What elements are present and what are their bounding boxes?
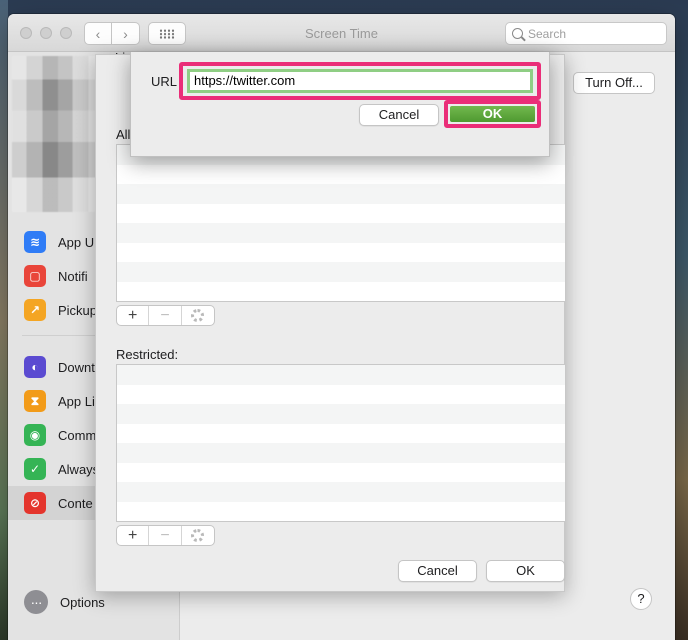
more-options-icon: ···: [24, 590, 48, 614]
restricted-list-controls: + −: [116, 525, 215, 546]
gear-icon: [191, 309, 205, 322]
search-icon: [512, 28, 523, 39]
remove-allowed-button[interactable]: −: [149, 306, 182, 325]
list-item[interactable]: [117, 203, 565, 223]
list-item[interactable]: [117, 184, 565, 204]
app-usage-icon: ≋: [24, 231, 46, 253]
system-preferences-window: ‹ › Screen Time Search ≋ App U ▢ Notifi …: [8, 14, 675, 640]
allowed-label: All: [116, 127, 131, 142]
app-limits-icon: ⧗: [24, 390, 46, 412]
downtime-icon: ◐: [24, 356, 46, 378]
sheet-cancel-button[interactable]: Cancel: [398, 560, 477, 582]
sidebar-item-label: Notifi: [58, 268, 88, 284]
content-privacy-icon: ⊘: [24, 492, 46, 514]
search-field[interactable]: Search: [505, 22, 667, 45]
list-item[interactable]: [117, 242, 565, 262]
list-item[interactable]: [117, 281, 565, 301]
title-bar: ‹ › Screen Time Search: [8, 14, 675, 52]
desktop-background: [0, 0, 8, 640]
add-allowed-button[interactable]: +: [117, 306, 150, 325]
options-label: Options: [60, 594, 105, 610]
pickups-icon: ↗: [24, 299, 46, 321]
list-item[interactable]: [117, 384, 565, 404]
add-restricted-button[interactable]: +: [117, 526, 150, 545]
sidebar-item-label: App U: [58, 234, 95, 250]
list-item[interactable]: [117, 462, 565, 482]
turn-off-button[interactable]: Turn Off...: [573, 72, 655, 94]
sidebar-item-label: Conte: [58, 495, 93, 511]
sidebar-item-label: App Li: [58, 393, 95, 409]
list-item[interactable]: [117, 223, 565, 243]
url-input[interactable]: https://twitter.com: [187, 69, 533, 93]
communication-icon: ◉: [24, 424, 46, 446]
list-item[interactable]: [117, 423, 565, 443]
list-item[interactable]: [117, 164, 565, 184]
user-avatar-blurred: [12, 56, 104, 212]
list-item[interactable]: [117, 501, 565, 521]
allowed-actions-button[interactable]: [182, 306, 214, 325]
list-item[interactable]: [117, 404, 565, 424]
remove-restricted-button[interactable]: −: [149, 526, 182, 545]
gear-icon: [191, 529, 205, 542]
allowed-list-controls: + −: [116, 305, 215, 326]
restricted-list[interactable]: [116, 364, 566, 522]
search-placeholder: Search: [528, 26, 567, 41]
restricted-actions-button[interactable]: [182, 526, 214, 545]
help-button[interactable]: ?: [630, 588, 652, 610]
sidebar-item-label: Comm: [58, 427, 97, 443]
url-cancel-button[interactable]: Cancel: [359, 104, 439, 126]
sidebar-item-label: Downt: [58, 359, 95, 375]
always-allowed-icon: ✓: [24, 458, 46, 480]
add-url-dialog: URL https://twitter.com Cancel OK: [130, 52, 550, 157]
list-item[interactable]: [117, 443, 565, 463]
list-item[interactable]: [117, 482, 565, 502]
url-label: URL: [151, 74, 178, 89]
sidebar-item-label: Always: [58, 461, 100, 477]
sidebar-item-label: Pickup: [58, 302, 98, 318]
url-ok-button[interactable]: OK: [450, 106, 535, 122]
restricted-label: Restricted:: [116, 347, 179, 362]
list-item[interactable]: [117, 262, 565, 282]
allowed-list[interactable]: [116, 144, 566, 302]
list-item[interactable]: [117, 365, 565, 385]
notifications-icon: ▢: [24, 265, 46, 287]
sheet-ok-button[interactable]: OK: [486, 560, 565, 582]
